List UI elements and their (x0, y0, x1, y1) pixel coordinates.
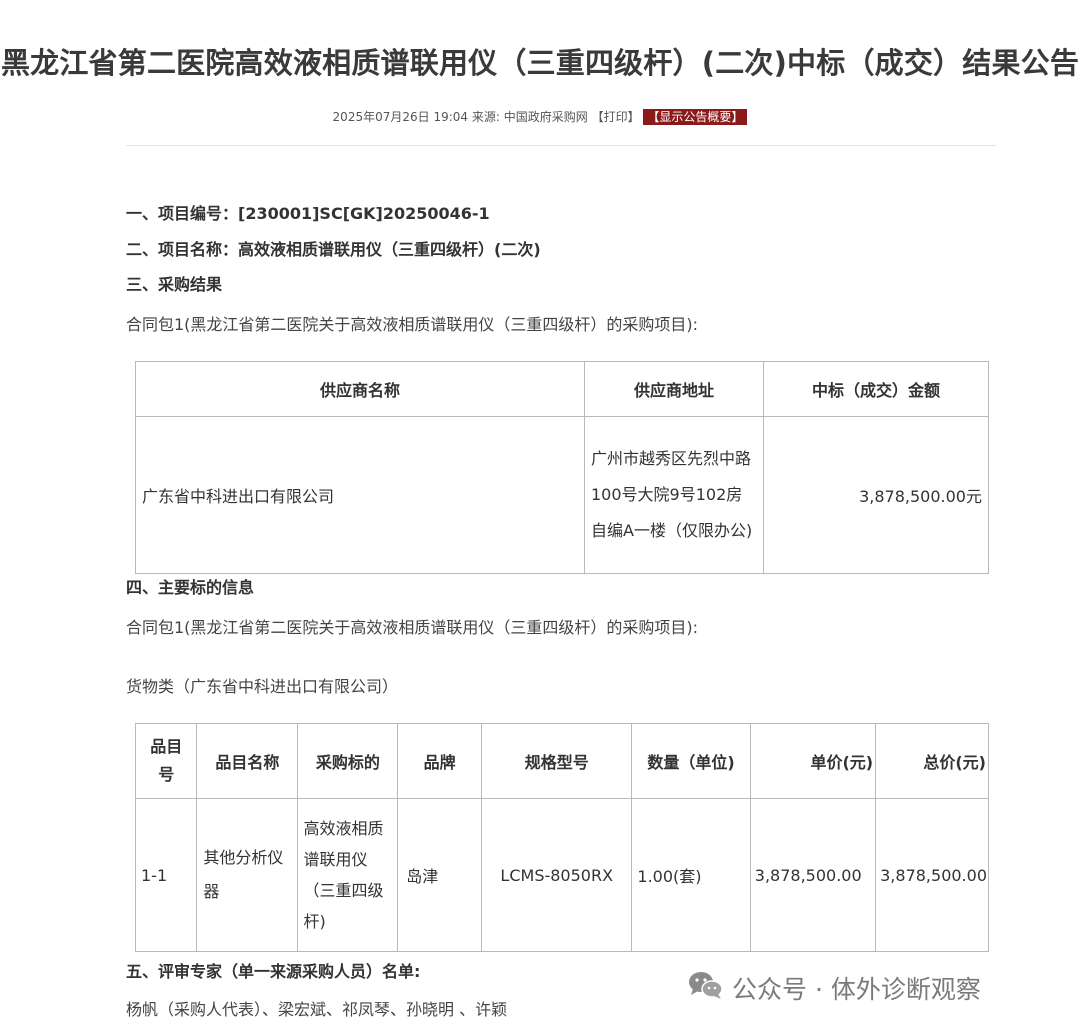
table-row: 1-1 其他分析仪器 高效液相质谱联用仪（三重四级杆) 岛津 LCMS-8050… (134, 798, 989, 952)
project-number: 一、项目编号：[230001]SC[GK]20250046-1 (126, 204, 490, 223)
supplier-name: 广东省中科进出口有限公司 (135, 416, 585, 574)
page-title: 黑龙江省第二医院高效液相质谱联用仪（三重四级杆）(二次)中标（成交）结果公告 (0, 46, 1080, 80)
header-brand: 品牌 (397, 723, 483, 799)
header-model: 规格型号 (481, 723, 633, 799)
header-target: 采购标的 (297, 723, 399, 799)
model: LCMS-8050RX (481, 798, 633, 952)
divider (126, 145, 996, 146)
watermark-text: 公众号 · 体外诊断观察 (732, 975, 981, 1004)
source-label: 来源: (471, 110, 500, 124)
watermark: 公众号 · 体外诊断观察 (688, 968, 981, 1008)
show-summary-button[interactable]: 【显示公告概要】 (643, 109, 748, 125)
section-heading-items: 四、主要标的信息 (126, 578, 255, 597)
item-table: 品目号 品目名称 采购标的 品牌 规格型号 数量（单位) 单价(元) 总价(元)… (134, 723, 989, 952)
expert-names: 杨帆（采购人代表）、梁宏斌、祁凤琴、孙晓明 、许颖 (126, 1000, 508, 1019)
award-amount: 3,878,500.00元 (763, 416, 989, 574)
header-quantity: 数量（单位) (631, 723, 751, 799)
package-description: 合同包1(黑龙江省第二医院关于高效液相质谱联用仪（三重四级杆）的采购项目): (126, 618, 699, 637)
procurement-target: 高效液相质谱联用仪（三重四级杆) (297, 798, 399, 952)
wechat-icon (688, 970, 724, 1006)
table-header-row: 品目号 品目名称 采购标的 品牌 规格型号 数量（单位) 单价(元) 总价(元) (134, 723, 989, 799)
header-supplier-address: 供应商地址 (584, 361, 764, 417)
meta-bar: 2025年07月26日 19:04 来源: 中国政府采购网 【打印】 【显示公告… (0, 108, 1080, 125)
header-supplier-name: 供应商名称 (135, 361, 585, 417)
header-item-no: 品目号 (134, 723, 198, 799)
brand: 岛津 (397, 798, 483, 952)
section-heading-results: 三、采购结果 (126, 275, 223, 294)
goods-category: 货物类（广东省中科进出口有限公司） (126, 677, 399, 696)
total-price: 3,878,500.00 (875, 798, 989, 952)
header-total-price: 总价(元) (875, 723, 989, 799)
header-item-name: 品目名称 (196, 723, 299, 799)
supplier-address: 广州市越秀区先烈中路100号大院9号102房自编A一楼（仅限办公) (584, 416, 764, 574)
source-name: 中国政府采购网 (503, 110, 588, 124)
publish-datetime: 2025年07月26日 19:04 (332, 110, 469, 124)
header-unit-price: 单价(元) (749, 723, 877, 799)
item-name: 其他分析仪器 (196, 798, 299, 952)
item-no: 1-1 (134, 798, 198, 952)
result-table: 供应商名称 供应商地址 中标（成交）金额 广东省中科进出口有限公司 广州市越秀区… (135, 361, 989, 574)
package-description: 合同包1(黑龙江省第二医院关于高效液相质谱联用仪（三重四级杆）的采购项目): (126, 315, 699, 334)
print-link[interactable]: 【打印】 (592, 110, 640, 124)
table-header-row: 供应商名称 供应商地址 中标（成交）金额 (135, 361, 989, 417)
table-row: 广东省中科进出口有限公司 广州市越秀区先烈中路100号大院9号102房自编A一楼… (135, 416, 989, 574)
quantity: 1.00(套) (631, 798, 751, 952)
project-name: 二、项目名称：高效液相质谱联用仪（三重四级杆）(二次) (126, 240, 541, 259)
unit-price: 3,878,500.00 (749, 798, 877, 952)
section-heading-experts: 五、评审专家（单一来源采购人员）名单: (126, 962, 421, 981)
header-award-amount: 中标（成交）金额 (763, 361, 989, 417)
